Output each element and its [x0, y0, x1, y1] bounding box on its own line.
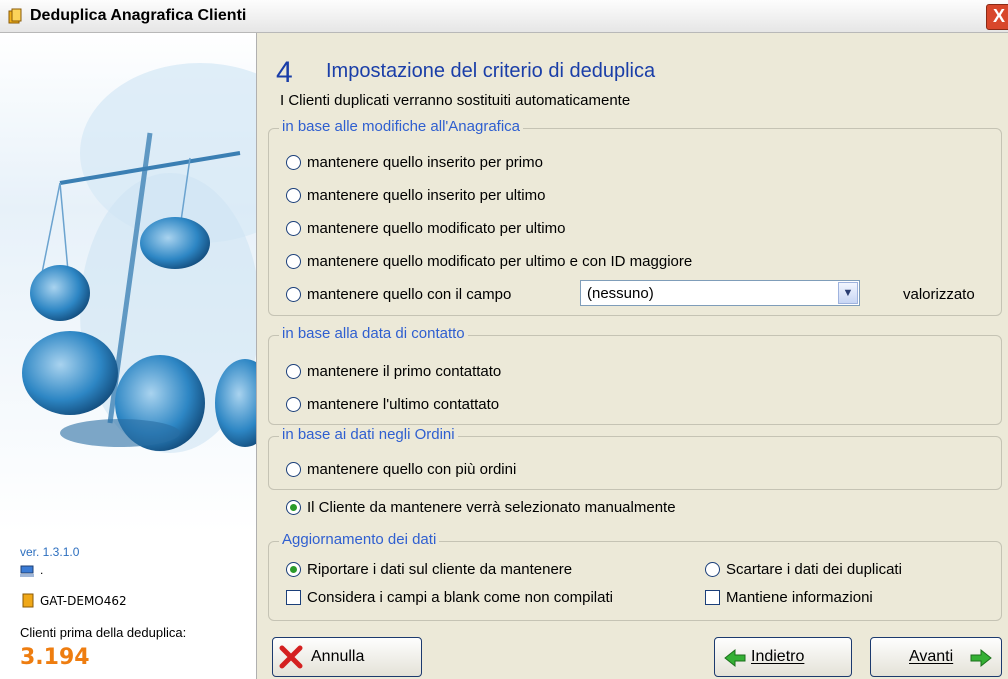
field-select-value: (nessuno)	[587, 285, 654, 302]
count-value: 3.194	[20, 645, 90, 670]
version-label: ver. 1.3.1.0	[20, 545, 80, 559]
radio-button[interactable]	[286, 254, 301, 269]
checkbox-label: Mantiene informazioni	[726, 589, 873, 606]
radio-button[interactable]	[286, 562, 301, 577]
computer-name: .	[40, 563, 44, 577]
cancel-x-icon	[279, 645, 303, 669]
close-icon: X	[992, 6, 1005, 26]
radio-most-orders[interactable]: mantenere quello con più ordini	[286, 461, 516, 478]
radio-transfer-data[interactable]: Riportare i dati sul cliente da mantener…	[286, 561, 572, 578]
radio-label: mantenere quello modificato per ultimo	[307, 220, 566, 237]
checkbox-blank-as-empty[interactable]: Considera i campi a blank come non compi…	[286, 589, 613, 606]
radio-label: Riportare i dati sul cliente da mantener…	[307, 561, 573, 578]
back-button[interactable]: Indietro	[714, 637, 852, 677]
radio-modified-last-max-id[interactable]: mantenere quello modificato per ultimo e…	[286, 253, 692, 270]
checkbox[interactable]	[286, 590, 301, 605]
radio-modified-last[interactable]: mantenere quello modificato per ultimo	[286, 220, 565, 237]
radio-label: mantenere quello modificato per ultimo e…	[307, 253, 693, 270]
database-name: GAT-DEMO462	[40, 594, 127, 608]
sidebar-panel: ver. 1.3.1.0 . GAT-DEMO462 Clienti prima…	[0, 33, 257, 679]
radio-label: mantenere quello con il campo	[307, 286, 512, 303]
radio-button[interactable]	[286, 364, 301, 379]
radio-button[interactable]	[286, 500, 301, 515]
close-button[interactable]: X	[986, 4, 1008, 30]
computer-icon	[20, 565, 34, 577]
radio-with-field[interactable]: mantenere quello con il campo	[286, 286, 511, 303]
radio-label: Scartare i dati dei duplicati	[726, 561, 902, 578]
back-arrow-icon	[724, 648, 746, 668]
back-label: Indietro	[751, 648, 805, 665]
count-label: Clienti prima della deduplica:	[20, 625, 187, 640]
radio-button[interactable]	[286, 462, 301, 477]
chevron-down-icon[interactable]: ▼	[838, 282, 858, 304]
checkbox[interactable]	[705, 590, 720, 605]
field-select[interactable]: (nessuno) ▼	[580, 280, 860, 306]
step-number: 4	[276, 56, 293, 89]
radio-label: mantenere quello con più ordini	[307, 461, 517, 478]
next-label: Avanti	[909, 648, 954, 665]
radio-inserted-last[interactable]: mantenere quello inserito per ultimo	[286, 187, 545, 204]
radio-button[interactable]	[286, 397, 301, 412]
group-legend: in base ai dati negli Ordini	[279, 426, 458, 443]
group-legend: Aggiornamento dei dati	[279, 531, 440, 548]
step-title: Impostazione del criterio di deduplica	[326, 60, 656, 82]
scales-illustration	[0, 33, 256, 533]
radio-last-contacted[interactable]: mantenere l'ultimo contattato	[286, 396, 499, 413]
checkbox-keep-info[interactable]: Mantiene informazioni	[705, 589, 873, 606]
cancel-button[interactable]: Annulla	[272, 637, 422, 677]
checkbox-label: Considera i campi a blank come non compi…	[307, 589, 613, 606]
group-aggiornamento: Aggiornamento dei dati	[268, 531, 1002, 621]
radio-button[interactable]	[286, 188, 301, 203]
title-bar: Deduplica Anagrafica Clienti X	[0, 0, 1008, 33]
radio-manual-selection[interactable]: Il Cliente da mantenere verrà selezionat…	[286, 499, 676, 516]
radio-label: mantenere quello inserito per primo	[307, 154, 543, 171]
step-subtitle: I Clienti duplicati verranno sostituiti …	[280, 92, 631, 109]
radio-inserted-first[interactable]: mantenere quello inserito per primo	[286, 154, 543, 171]
radio-discard-data[interactable]: Scartare i dati dei duplicati	[705, 561, 902, 578]
window-title: Deduplica Anagrafica Clienti	[30, 7, 247, 24]
group-legend: in base alle modifiche all'Anagrafica	[279, 118, 524, 135]
field-suffix-label: valorizzato	[903, 286, 975, 303]
radio-label: mantenere quello inserito per ultimo	[307, 187, 546, 204]
next-arrow-icon	[970, 648, 992, 668]
radio-button[interactable]	[286, 221, 301, 236]
next-button[interactable]: Avanti	[870, 637, 1002, 677]
database-icon	[22, 593, 34, 608]
app-icon	[8, 8, 22, 24]
radio-button[interactable]	[705, 562, 720, 577]
radio-first-contacted[interactable]: mantenere il primo contattato	[286, 363, 501, 380]
radio-label: mantenere l'ultimo contattato	[307, 396, 500, 413]
radio-label: Il Cliente da mantenere verrà selezionat…	[307, 499, 676, 516]
group-legend: in base alla data di contatto	[279, 325, 468, 342]
cancel-label: Annulla	[311, 648, 365, 665]
radio-button[interactable]	[286, 287, 301, 302]
radio-label: mantenere il primo contattato	[307, 363, 502, 380]
radio-button[interactable]	[286, 155, 301, 170]
